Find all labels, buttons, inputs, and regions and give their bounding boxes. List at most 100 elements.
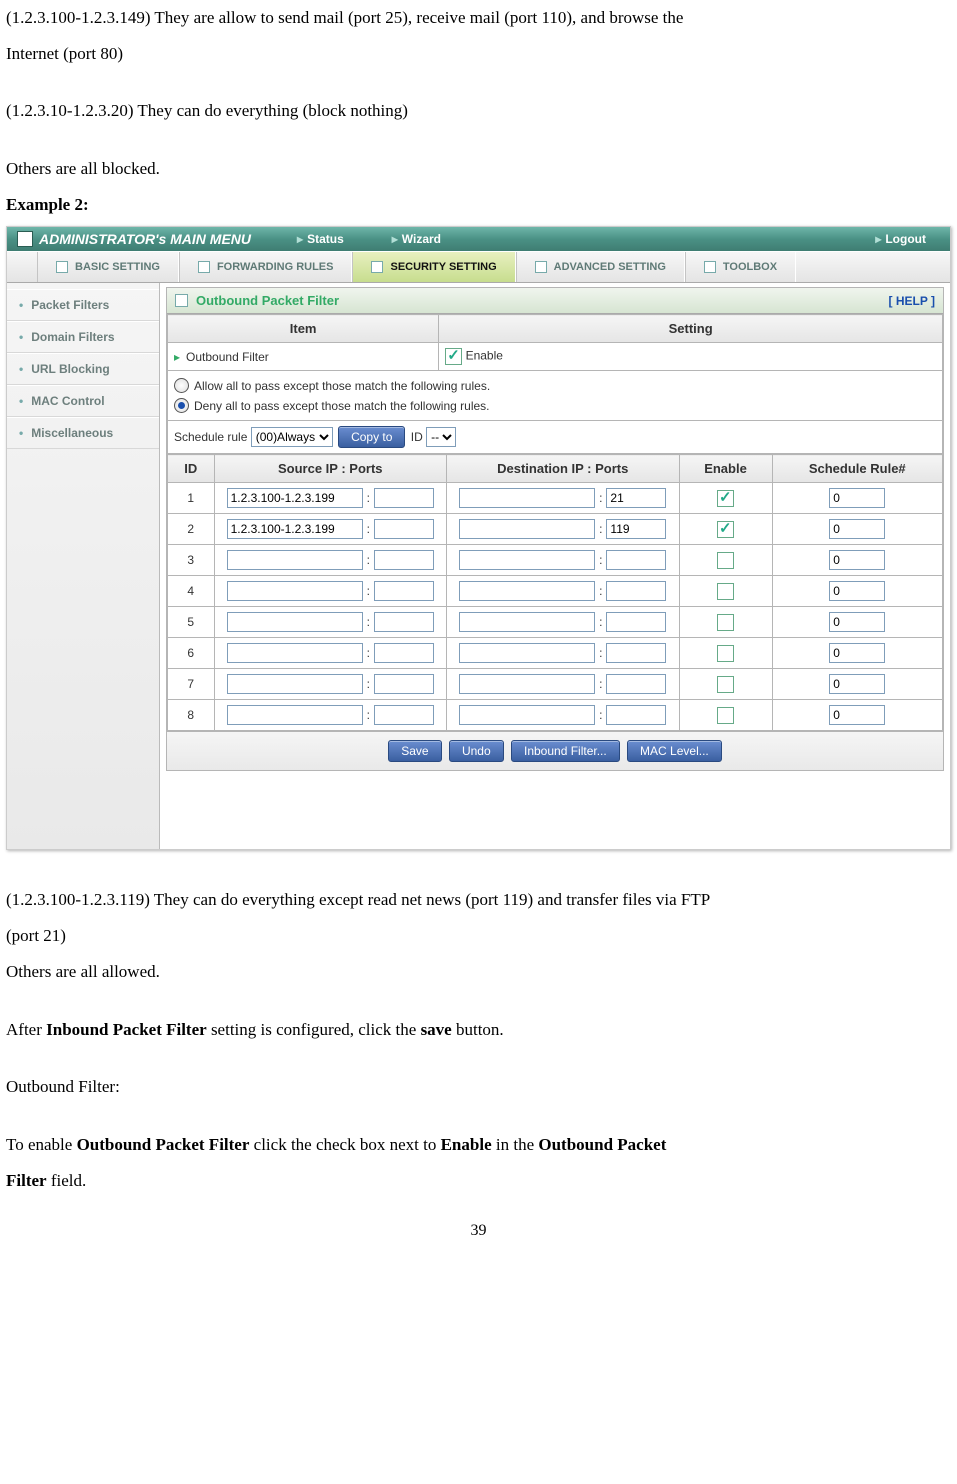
body-text: To enable Outbound Packet Filter click t…: [6, 1127, 951, 1163]
menu-logout[interactable]: ▸Logout: [875, 232, 926, 246]
source-port-input[interactable]: [374, 643, 434, 663]
id-select[interactable]: --: [426, 427, 456, 447]
dest-ip-input[interactable]: [459, 519, 595, 539]
dest-ip-input[interactable]: [459, 612, 595, 632]
tab-basic-setting[interactable]: BASIC SETTING: [37, 252, 179, 282]
radio-icon: [174, 398, 189, 413]
copy-to-button[interactable]: Copy to: [338, 426, 405, 448]
schedule-rule-input[interactable]: [829, 674, 885, 694]
schedule-rule-input[interactable]: [829, 643, 885, 663]
source-ip-input[interactable]: [227, 612, 363, 632]
tab-toolbox[interactable]: TOOLBOX: [685, 252, 796, 282]
schedule-rule-input[interactable]: [829, 705, 885, 725]
undo-button[interactable]: Undo: [449, 740, 504, 762]
rule-enable-checkbox[interactable]: [717, 707, 734, 724]
rule-id: 1: [168, 483, 215, 514]
tab-forwarding-rules[interactable]: FORWARDING RULES: [179, 252, 353, 282]
rule-enable-checkbox[interactable]: [717, 521, 734, 538]
dest-ip-input[interactable]: [459, 550, 595, 570]
sidebar-item-domain-filters[interactable]: Domain Filters: [7, 321, 159, 353]
source-ip-input[interactable]: [227, 705, 363, 725]
rule-enable-checkbox[interactable]: [717, 676, 734, 693]
panel-icon: [175, 294, 188, 307]
rule-id: 2: [168, 514, 215, 545]
schedule-rule-select[interactable]: (00)Always: [251, 427, 333, 447]
radio-deny[interactable]: Deny all to pass except those match the …: [174, 398, 490, 413]
dest-port-input[interactable]: [606, 612, 666, 632]
enable-checkbox[interactable]: [445, 348, 462, 365]
col-id: ID: [168, 455, 215, 483]
sidebar-item-miscellaneous[interactable]: Miscellaneous: [7, 417, 159, 449]
rule-id: 8: [168, 700, 215, 731]
dest-ip-input[interactable]: [459, 643, 595, 663]
table-row: 2::: [168, 514, 943, 545]
body-text: Internet (port 80): [6, 36, 951, 72]
dest-port-input[interactable]: [606, 705, 666, 725]
source-port-input[interactable]: [374, 519, 434, 539]
source-ip-input[interactable]: [227, 674, 363, 694]
tab-security-setting[interactable]: SECURITY SETTING: [352, 252, 515, 282]
rule-enable-checkbox[interactable]: [717, 583, 734, 600]
table-row: 4::: [168, 576, 943, 607]
page-number: 39: [6, 1198, 951, 1240]
sidebar-item-mac-control[interactable]: MAC Control: [7, 385, 159, 417]
dest-port-input[interactable]: [606, 581, 666, 601]
dest-port-input[interactable]: [606, 550, 666, 570]
example-heading: Example 2:: [6, 187, 951, 223]
source-port-input[interactable]: [374, 550, 434, 570]
doc-icon: [17, 231, 33, 247]
col-setting: Setting: [439, 315, 943, 343]
source-port-input[interactable]: [374, 488, 434, 508]
table-row: 8::: [168, 700, 943, 731]
mac-level-button[interactable]: MAC Level...: [627, 740, 722, 762]
tab-icon: [198, 261, 210, 273]
source-ip-input[interactable]: [227, 550, 363, 570]
schedule-rule-input[interactable]: [829, 612, 885, 632]
id-label: ID: [411, 430, 426, 444]
admin-title: ADMINISTRATOR's MAIN MENU: [39, 231, 251, 247]
source-port-input[interactable]: [374, 674, 434, 694]
tab-advanced-setting[interactable]: ADVANCED SETTING: [516, 252, 685, 282]
tab-icon: [56, 261, 68, 273]
schedule-rule-input[interactable]: [829, 581, 885, 601]
dest-ip-input[interactable]: [459, 674, 595, 694]
menu-status[interactable]: ▸Status: [297, 232, 344, 246]
source-port-input[interactable]: [374, 705, 434, 725]
schedule-rule-input[interactable]: [829, 519, 885, 539]
rule-enable-checkbox[interactable]: [717, 614, 734, 631]
schedule-rule-input[interactable]: [829, 550, 885, 570]
source-ip-input[interactable]: [227, 643, 363, 663]
source-ip-input[interactable]: [227, 488, 363, 508]
panel-title: Outbound Packet Filter: [196, 293, 339, 308]
radio-allow[interactable]: Allow all to pass except those match the…: [174, 378, 490, 393]
outbound-filter-label: Outbound Filter: [186, 350, 269, 364]
dest-ip-input[interactable]: [459, 705, 595, 725]
source-ip-input[interactable]: [227, 581, 363, 601]
dest-port-input[interactable]: [606, 519, 666, 539]
dest-ip-input[interactable]: [459, 488, 595, 508]
source-port-input[interactable]: [374, 612, 434, 632]
rule-id: 5: [168, 607, 215, 638]
outbound-filter-panel: Outbound Packet Filter [ HELP ] Item Set…: [166, 287, 944, 771]
save-button[interactable]: Save: [388, 740, 441, 762]
body-text: Filter field.: [6, 1163, 951, 1199]
help-link[interactable]: [ HELP ]: [889, 294, 935, 308]
sidebar-item-packet-filters[interactable]: Packet Filters: [7, 289, 159, 321]
rule-enable-checkbox[interactable]: [717, 490, 734, 507]
dest-port-input[interactable]: [606, 674, 666, 694]
col-sched: Schedule Rule#: [772, 455, 943, 483]
menu-wizard[interactable]: ▸Wizard: [392, 232, 441, 246]
inbound-filter-button[interactable]: Inbound Filter...: [511, 740, 620, 762]
schedule-rule-input[interactable]: [829, 488, 885, 508]
rule-enable-checkbox[interactable]: [717, 552, 734, 569]
body-text: (1.2.3.10-1.2.3.20) They can do everythi…: [6, 93, 951, 129]
dest-port-input[interactable]: [606, 643, 666, 663]
source-ip-input[interactable]: [227, 519, 363, 539]
dest-port-input[interactable]: [606, 488, 666, 508]
source-port-input[interactable]: [374, 581, 434, 601]
sidebar-item-url-blocking[interactable]: URL Blocking: [7, 353, 159, 385]
tab-icon: [704, 261, 716, 273]
dest-ip-input[interactable]: [459, 581, 595, 601]
rule-enable-checkbox[interactable]: [717, 645, 734, 662]
body-text: (1.2.3.100-1.2.3.149) They are allow to …: [6, 0, 951, 36]
